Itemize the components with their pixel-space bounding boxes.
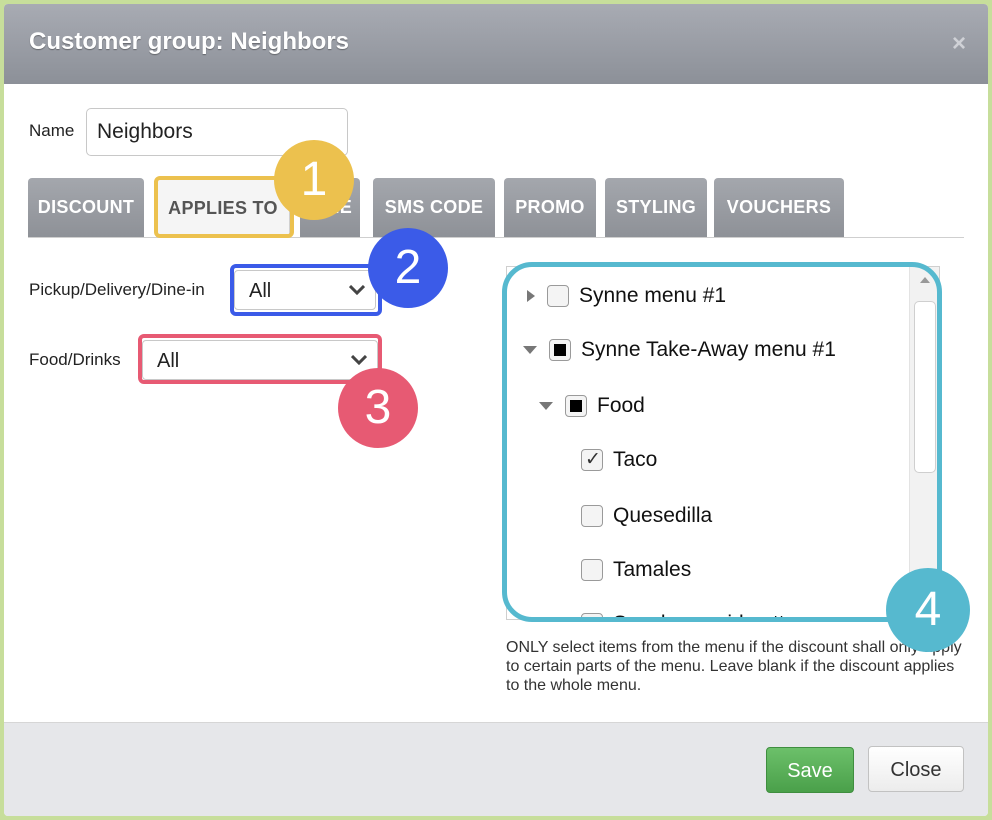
tree-item-label: Synne Take-Away menu #1 <box>581 338 836 361</box>
collapse-arrow-icon[interactable] <box>539 402 553 410</box>
tree-item-label: Quesedilla <box>613 504 713 527</box>
chevron-down-icon <box>349 285 365 295</box>
scroll-thumb[interactable] <box>914 301 936 473</box>
tab-promo[interactable]: PROMO <box>504 178 596 237</box>
annotation-1-badge: 1 <box>274 140 354 220</box>
pickup-delivery-value: All <box>249 280 272 302</box>
tree-item-synne-menu[interactable]: Synne menu #1 <box>527 281 726 311</box>
tab-bar: DISCOUNT APPLIES TO TIME SMS CODE PROMO … <box>28 178 964 238</box>
tab-styling[interactable]: STYLING <box>605 178 707 237</box>
checkbox-taco[interactable] <box>581 448 603 471</box>
name-label: Name <box>29 121 75 140</box>
expand-arrow-icon[interactable] <box>527 290 535 302</box>
close-button[interactable]: Close <box>868 746 964 792</box>
menu-tree[interactable]: Synne menu #1 Synne Take-Away menu #1 Fo… <box>506 266 940 620</box>
tree-item-food[interactable]: Food <box>539 391 645 421</box>
tree-item-label: Food <box>597 394 645 417</box>
checkbox-snacks[interactable] <box>581 613 603 619</box>
tree-item-label: Tamales <box>613 558 692 581</box>
tab-discount[interactable]: DISCOUNT <box>28 178 144 237</box>
tab-sms-code[interactable]: SMS CODE <box>373 178 495 237</box>
tree-item-label: Synne menu #1 <box>579 284 727 307</box>
checkbox-synne-menu[interactable] <box>547 285 569 307</box>
pickup-delivery-select[interactable]: All <box>234 270 376 310</box>
customer-group-dialog: Customer group: Neighbors × Name DISCOUN… <box>4 4 988 816</box>
food-drinks-value: All <box>157 350 180 372</box>
tree-item-label: Taco <box>613 448 658 471</box>
tab-applies-to[interactable]: APPLIES TO <box>156 178 290 237</box>
tab-vouchers[interactable]: VOUCHERS <box>714 178 844 237</box>
tree-scrollbar[interactable] <box>909 267 939 619</box>
close-icon[interactable]: × <box>952 30 966 58</box>
tree-item-quesedilla[interactable]: Quesedilla <box>581 501 712 531</box>
dialog-title: Customer group: Neighbors <box>29 28 350 55</box>
collapse-arrow-icon[interactable] <box>523 346 537 354</box>
annotation-4-badge: 4 <box>886 568 970 652</box>
tree-item-synne-takeaway[interactable]: Synne Take-Away menu #1 <box>523 335 836 365</box>
food-drinks-select[interactable]: All <box>142 340 378 380</box>
tree-item-label: Snacks on side ott <box>613 612 785 619</box>
tree-item-snacks[interactable]: Snacks on side ott <box>581 609 785 619</box>
save-button[interactable]: Save <box>766 747 854 793</box>
chevron-down-icon <box>351 355 367 365</box>
checkbox-tamales[interactable] <box>581 559 603 581</box>
annotation-3-badge: 3 <box>338 368 418 448</box>
tree-item-tamales[interactable]: Tamales <box>581 555 691 585</box>
scroll-up-icon[interactable] <box>920 277 930 283</box>
checkbox-quesedilla[interactable] <box>581 505 603 527</box>
food-drinks-label: Food/Drinks <box>29 350 121 369</box>
tree-item-taco[interactable]: Taco <box>581 445 657 475</box>
dialog-footer: Save Close <box>4 722 988 816</box>
dialog-titlebar: Customer group: Neighbors × <box>4 4 988 84</box>
annotation-2-badge: 2 <box>368 228 448 308</box>
menu-selection-hint: ONLY select items from the menu if the d… <box>506 639 962 694</box>
checkbox-synne-takeaway[interactable] <box>549 339 571 361</box>
pickup-delivery-label: Pickup/Delivery/Dine-in <box>29 280 205 299</box>
checkbox-food[interactable] <box>565 395 587 417</box>
